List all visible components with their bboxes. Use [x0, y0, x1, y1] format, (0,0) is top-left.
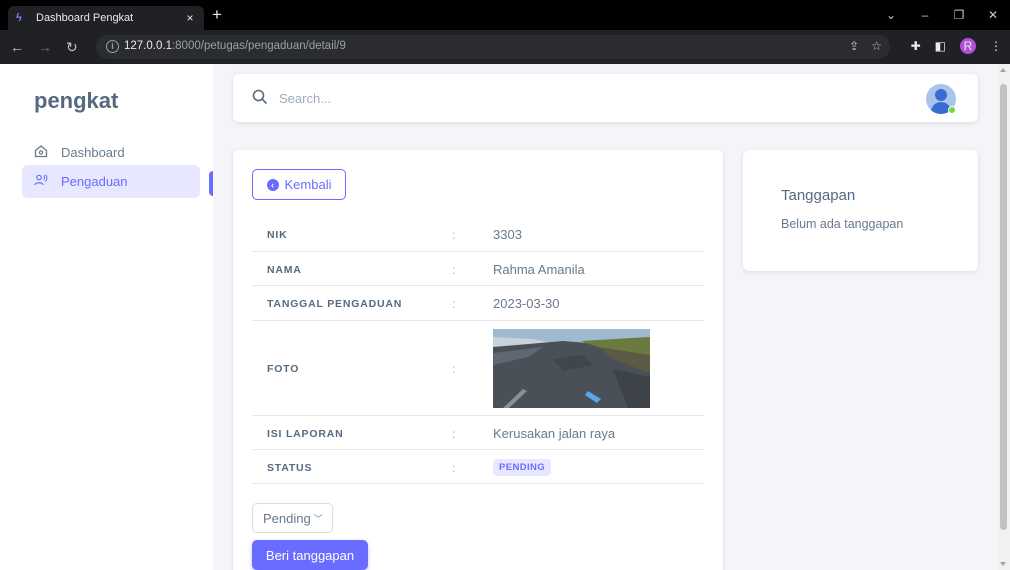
users-icon: [34, 173, 48, 190]
row-value: 3303: [493, 227, 522, 242]
complaint-photo[interactable]: [493, 329, 650, 408]
page-scrollbar[interactable]: [997, 64, 1010, 570]
share-icon[interactable]: ⇪: [849, 39, 859, 53]
sidebar: pengkat Dashboard Pengaduan: [0, 64, 213, 570]
chevron-down-icon: ﹀: [313, 513, 323, 524]
status-select[interactable]: Pending ﹀: [252, 503, 333, 533]
extensions-puzzle-icon[interactable]: ✚: [911, 38, 921, 54]
row-label: STATUS: [267, 462, 313, 474]
search-icon: [251, 88, 269, 106]
side-panel-icon[interactable]: ◧: [935, 38, 946, 54]
row-value: Kerusakan jalan raya: [493, 426, 616, 441]
top-navbar: [233, 74, 978, 122]
response-title: Tanggapan: [781, 187, 856, 204]
row-colon: :: [452, 362, 456, 376]
url-text[interactable]: 127.0.0.1:8000/petugas/pengaduan/detail/…: [124, 40, 346, 52]
table-row: NAMA : Rahma Amanila: [252, 252, 704, 286]
site-info-icon[interactable]: i: [106, 40, 119, 53]
row-colon: :: [452, 263, 456, 277]
sidebar-item-pengaduan[interactable]: Pengaduan: [22, 165, 200, 198]
tab-search-icon[interactable]: ⌄: [874, 0, 908, 30]
row-label: ISI LAPORAN: [267, 428, 344, 440]
row-label: TANGGAL PENGADUAN: [267, 298, 403, 310]
table-row: ISI LAPORAN : Kerusakan jalan raya: [252, 416, 704, 450]
bookmark-star-icon[interactable]: ☆: [871, 39, 882, 53]
scroll-up-icon[interactable]: [1000, 68, 1006, 72]
table-row: TANGGAL PENGADUAN : 2023-03-30: [252, 286, 704, 321]
row-label: FOTO: [267, 363, 300, 375]
close-window-icon[interactable]: ✕: [976, 0, 1010, 30]
browser-toolbar: ← → ↻ i 127.0.0.1:8000/petugas/pengaduan…: [0, 30, 1010, 64]
browser-tab[interactable]: ϟ Dashboard Pengkat ×: [8, 6, 204, 30]
row-label: NAMA: [267, 264, 302, 276]
row-value: 2023-03-30: [493, 296, 560, 311]
address-bar[interactable]: i 127.0.0.1:8000/petugas/pengaduan/detai…: [96, 35, 890, 59]
response-empty-text: Belum ada tanggapan: [781, 217, 904, 231]
sidebar-item-label: Pengaduan: [61, 174, 128, 189]
restore-icon[interactable]: ❐: [942, 0, 976, 30]
forward-arrow-icon[interactable]: →: [38, 38, 52, 56]
app-favicon-icon: ϟ: [16, 12, 22, 24]
profile-avatar[interactable]: R: [960, 38, 976, 54]
table-row: NIK : 3303: [252, 215, 704, 252]
row-colon: :: [452, 297, 456, 311]
row-value: Rahma Amanila: [493, 262, 585, 277]
tab-close-icon[interactable]: ×: [184, 11, 196, 25]
browser-menu-icon[interactable]: ⋮: [990, 38, 1002, 54]
back-button-label: Kembali: [284, 177, 332, 192]
table-row: FOTO :: [252, 321, 704, 416]
home-icon: [34, 144, 48, 161]
row-label: NIK: [267, 229, 288, 241]
window-controls: ⌄ – ❐ ✕: [874, 0, 1010, 30]
brand-logo[interactable]: pengkat: [34, 88, 118, 114]
minimize-icon[interactable]: –: [908, 0, 942, 30]
row-colon: :: [452, 228, 456, 242]
reload-icon[interactable]: ↻: [66, 38, 78, 56]
status-select-value: Pending: [263, 510, 311, 526]
status-badge: PENDING: [493, 459, 552, 476]
complaint-detail-card: ‹ Kembali NIK : 3303 NAMA : Rahma Amanil…: [233, 150, 723, 570]
give-response-button[interactable]: Beri tanggapan: [252, 540, 368, 570]
response-card: Tanggapan Belum ada tanggapan: [743, 150, 978, 271]
arrow-left-circle-icon: ‹: [266, 178, 279, 191]
tab-title: Dashboard Pengkat: [36, 12, 134, 24]
page: pengkat Dashboard Pengaduan ‹ Kembali: [0, 64, 1010, 570]
active-menu-indicator: [209, 171, 213, 196]
scrollbar-thumb[interactable]: [1000, 84, 1007, 530]
online-status-badge: [948, 106, 956, 114]
row-colon: :: [452, 427, 456, 441]
table-row: STATUS : PENDING: [252, 450, 704, 484]
browser-tab-bar: ϟ Dashboard Pengkat × + ⌄ – ❐ ✕: [0, 0, 1010, 30]
scroll-down-icon[interactable]: [1000, 562, 1006, 566]
back-button[interactable]: ‹ Kembali: [252, 169, 346, 200]
back-arrow-icon[interactable]: ←: [10, 38, 24, 56]
sidebar-item-label: Dashboard: [61, 145, 125, 160]
row-colon: :: [452, 461, 456, 475]
search-input[interactable]: [279, 86, 659, 110]
new-tab-button[interactable]: +: [212, 6, 222, 24]
